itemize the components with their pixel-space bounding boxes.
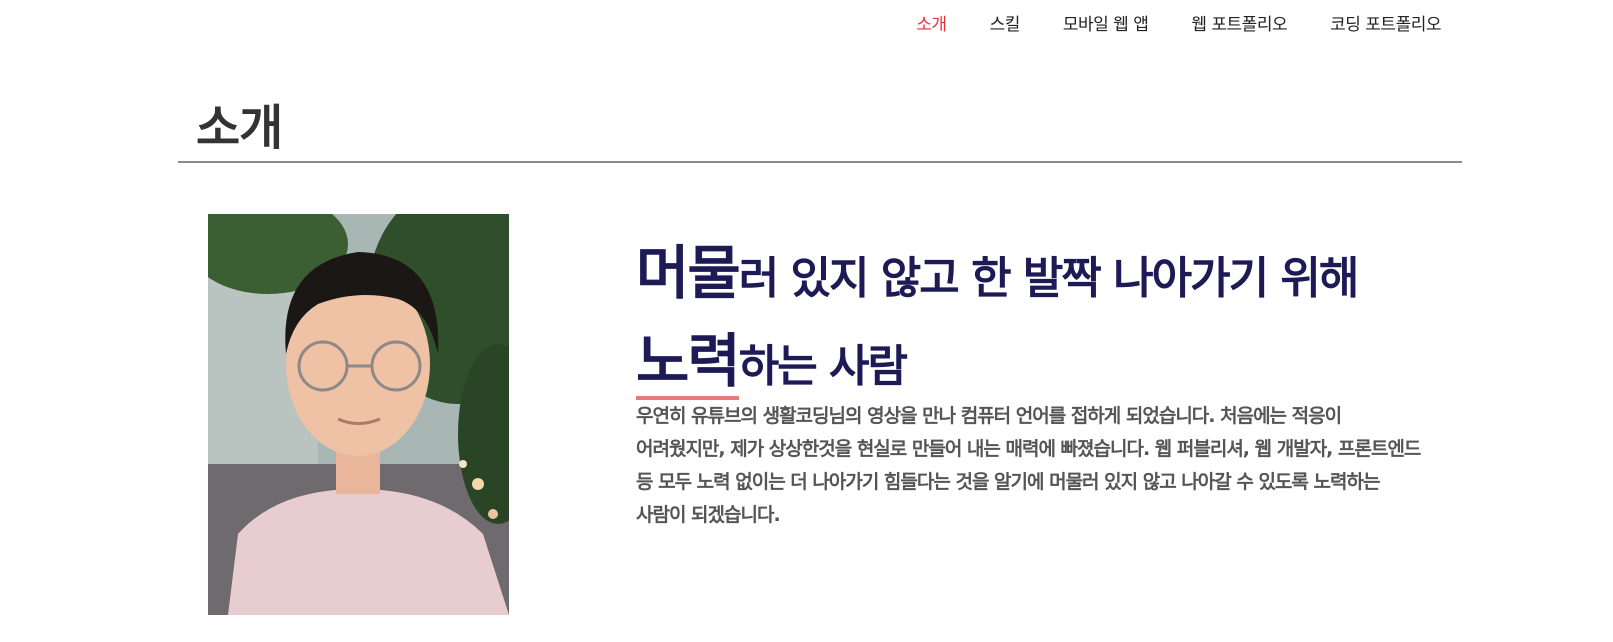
nav-menu: 소개 스킬 모바일 웹 앱 웹 포트폴리오 코딩 포트폴리오 [873, 10, 1441, 35]
profile-photo [208, 214, 509, 615]
headline-line-2-rest: 하는 사람 [738, 341, 908, 392]
intro-description: 우연히 유튜브의 생활코딩님의 영상을 만나 컴퓨터 언어를 접하게 되었습니다… [636, 405, 1421, 526]
nav-item-web-portfolio[interactable]: 웹 포트폴리오 [1191, 10, 1287, 35]
nav-item-coding-portfolio[interactable]: 코딩 포트폴리오 [1330, 10, 1441, 35]
section-title: 소개 [196, 100, 283, 156]
headline-line-1: 머물러 있지 않고 한 발짝 나아가기 위해 [636, 232, 1476, 320]
headline-line-2: 노력하는 사람 [636, 320, 1476, 408]
headline-line-1-rest: 러 있지 않고 한 발짝 나아가기 위해 [738, 253, 1360, 304]
section-divider [178, 161, 1462, 163]
nav-item-intro[interactable]: 소개 [916, 10, 947, 35]
nav-item-mobile-web-app[interactable]: 모바일 웹 앱 [1063, 10, 1149, 35]
top-navigation: 소개 스킬 모바일 웹 앱 웹 포트폴리오 코딩 포트폴리오 [0, 0, 1613, 40]
nav-item-skill[interactable]: 스킬 [990, 10, 1021, 35]
headline-emphasis-effort: 노력 [636, 320, 741, 402]
headline-emphasis-stay: 머물 [636, 239, 741, 307]
intro-headline: 머물러 있지 않고 한 발짝 나아가기 위해 노력하는 사람 [636, 232, 1476, 408]
